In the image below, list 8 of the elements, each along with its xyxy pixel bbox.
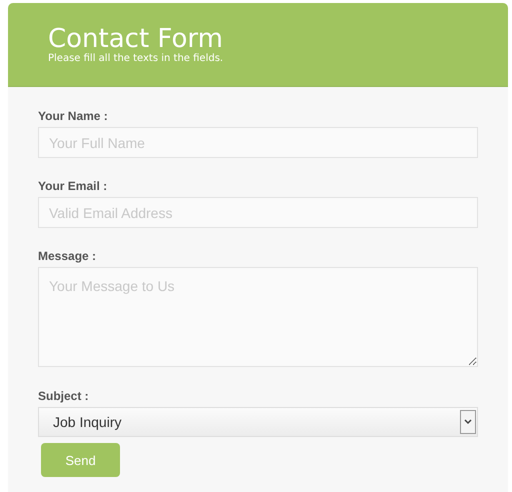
field-label: Message : xyxy=(38,249,98,263)
caret-icon xyxy=(460,410,476,434)
field-label: Subject : xyxy=(38,389,90,403)
form-title: Contact Form xyxy=(48,25,224,53)
field-label: Your Name : xyxy=(38,109,109,123)
field-label: Your Email : xyxy=(38,179,108,193)
form-subtitle: Please fill all the texts in the fields. xyxy=(48,53,224,64)
subject-dropdown[interactable]: Job Inquiry xyxy=(38,407,478,437)
